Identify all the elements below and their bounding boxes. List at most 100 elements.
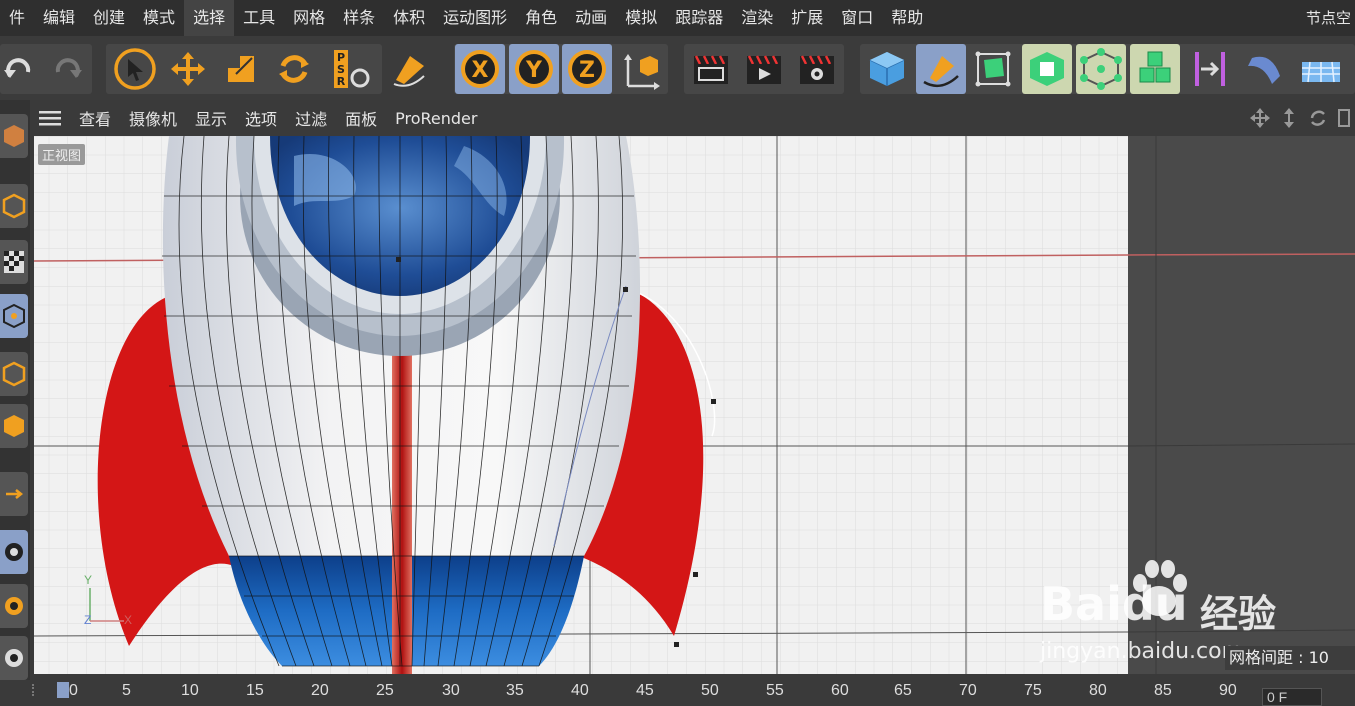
enable-axis-button[interactable] bbox=[0, 472, 28, 516]
menu-node-space[interactable]: 节点空 bbox=[1306, 0, 1355, 36]
tick-65: 65 bbox=[894, 682, 912, 699]
vp-menu-filter[interactable]: 过滤 bbox=[286, 106, 336, 130]
vp-menu-panel[interactable]: 面板 bbox=[336, 106, 386, 130]
render-view-button[interactable] bbox=[686, 44, 736, 94]
menu-simulate[interactable]: 模拟 bbox=[616, 0, 666, 36]
menu-extensions[interactable]: 扩展 bbox=[782, 0, 832, 36]
render-to-picture-viewer-button[interactable] bbox=[739, 44, 789, 94]
vp-menu-view[interactable]: 查看 bbox=[70, 106, 120, 130]
snap-button[interactable] bbox=[0, 530, 28, 574]
deformer-button[interactable] bbox=[1240, 44, 1290, 94]
menu-create[interactable]: 创建 bbox=[84, 0, 134, 36]
left-mode-palette bbox=[0, 100, 30, 680]
svg-text:R: R bbox=[337, 75, 346, 88]
select-tool-button[interactable] bbox=[110, 44, 160, 94]
x-axis-lock-button[interactable]: X bbox=[455, 44, 505, 94]
mode-points-button[interactable] bbox=[0, 294, 28, 338]
mode-model-button[interactable] bbox=[0, 114, 28, 158]
psr-reset-button[interactable]: PSR bbox=[326, 44, 376, 94]
tick-0: 0 bbox=[69, 682, 78, 699]
menu-help[interactable]: 帮助 bbox=[882, 0, 932, 36]
svg-text:Y: Y bbox=[525, 58, 543, 83]
menu-volume[interactable]: 体积 bbox=[384, 0, 434, 36]
viewport-canvas[interactable]: Y Z X bbox=[34, 136, 1128, 674]
tick-85: 85 bbox=[1154, 682, 1172, 699]
spline-pen-button[interactable] bbox=[916, 44, 966, 94]
cloner-button[interactable] bbox=[1076, 44, 1126, 94]
coordinate-system-button[interactable] bbox=[616, 44, 666, 94]
tick-45: 45 bbox=[636, 682, 654, 699]
menu-mograph[interactable]: 运动图形 bbox=[434, 0, 516, 36]
vp-menu-prorender[interactable]: ProRender bbox=[386, 109, 486, 128]
subdivision-surface-button[interactable] bbox=[968, 44, 1018, 94]
menu-spline[interactable]: 样条 bbox=[334, 0, 384, 36]
hamburger-menu-button[interactable] bbox=[30, 109, 70, 127]
y-axis-lock-button[interactable]: Y bbox=[509, 44, 559, 94]
tick-30: 30 bbox=[442, 682, 460, 699]
array-cubes-button[interactable] bbox=[1130, 44, 1180, 94]
menu-tracker[interactable]: 跟踪器 bbox=[666, 0, 732, 36]
zoom-icon[interactable] bbox=[1279, 106, 1299, 130]
watermark-url: jingyan.baidu.com bbox=[1040, 639, 1244, 664]
vp-menu-camera[interactable]: 摄像机 bbox=[120, 106, 186, 130]
menu-edit[interactable]: 编辑 bbox=[34, 0, 84, 36]
scale-icon bbox=[228, 56, 254, 82]
menu-character[interactable]: 角色 bbox=[516, 0, 566, 36]
bend-icon bbox=[1248, 56, 1280, 84]
snap-icon bbox=[5, 543, 23, 561]
tick-20: 20 bbox=[311, 682, 329, 699]
clapper-gear-icon bbox=[800, 55, 834, 84]
svg-text:Z: Z bbox=[579, 58, 595, 83]
workplane-button[interactable] bbox=[0, 584, 28, 628]
maximize-icon[interactable] bbox=[1337, 106, 1351, 130]
z-axis-lock-button[interactable]: Z bbox=[562, 44, 612, 94]
front-viewport[interactable]: Y Z X 正视图 bbox=[34, 136, 1128, 674]
edges-icon bbox=[2, 361, 26, 387]
redo-button[interactable] bbox=[42, 44, 92, 94]
pen-tool-button[interactable] bbox=[384, 44, 434, 94]
playhead-marker[interactable] bbox=[57, 682, 69, 698]
menu-animation[interactable]: 动画 bbox=[566, 0, 616, 36]
floor-button[interactable] bbox=[1296, 44, 1346, 94]
extrude-button[interactable] bbox=[1022, 44, 1072, 94]
render-settings-button[interactable] bbox=[792, 44, 842, 94]
locked-workplane-button[interactable] bbox=[0, 636, 28, 680]
undo-button[interactable] bbox=[0, 44, 44, 94]
mode-polygons-button[interactable] bbox=[0, 404, 28, 448]
main-toolbar: PSR X Y Z bbox=[0, 36, 1355, 100]
menu-render[interactable]: 渲染 bbox=[732, 0, 782, 36]
menu-window[interactable]: 窗口 bbox=[832, 0, 882, 36]
menu-tools[interactable]: 工具 bbox=[234, 0, 284, 36]
tick-90: 90 bbox=[1219, 682, 1237, 699]
mode-edges-button[interactable] bbox=[0, 352, 28, 396]
move-tool-button[interactable] bbox=[163, 44, 213, 94]
timeline-grip[interactable] bbox=[32, 684, 40, 696]
symmetry-button[interactable] bbox=[1185, 44, 1235, 94]
tick-55: 55 bbox=[766, 682, 784, 699]
pan-icon[interactable] bbox=[1249, 106, 1271, 130]
vp-menu-options[interactable]: 选项 bbox=[236, 106, 286, 130]
pen-icon bbox=[393, 56, 425, 87]
menu-mesh[interactable]: 网格 bbox=[284, 0, 334, 36]
mode-object-button[interactable] bbox=[0, 184, 28, 228]
cube-object-button[interactable] bbox=[862, 44, 912, 94]
tick-5: 5 bbox=[122, 682, 131, 699]
paw-icon bbox=[1133, 560, 1187, 616]
mode-texture-button[interactable] bbox=[0, 240, 28, 284]
move-icon bbox=[171, 52, 205, 86]
grid-spacing-label: 网格间距 : 10 cm bbox=[1225, 646, 1355, 691]
vp-menu-display[interactable]: 显示 bbox=[186, 106, 236, 130]
rotate-tool-button[interactable] bbox=[269, 44, 319, 94]
scale-tool-button[interactable] bbox=[216, 44, 266, 94]
current-frame-field[interactable]: 0 F bbox=[1262, 688, 1322, 706]
timeline-ruler[interactable]: 0 5 10 15 20 25 30 35 40 45 50 55 60 65 … bbox=[30, 678, 1355, 701]
menu-select[interactable]: 选择 bbox=[184, 0, 235, 36]
menu-mode[interactable]: 模式 bbox=[134, 0, 184, 36]
axis-y-label: Y bbox=[84, 573, 92, 587]
orbit-icon[interactable] bbox=[1307, 106, 1329, 130]
points-icon bbox=[3, 303, 25, 329]
menu-file[interactable]: 件 bbox=[0, 0, 34, 36]
workplane-icon bbox=[5, 597, 23, 615]
coordinate-system-icon bbox=[624, 54, 660, 90]
tick-25: 25 bbox=[376, 682, 394, 699]
